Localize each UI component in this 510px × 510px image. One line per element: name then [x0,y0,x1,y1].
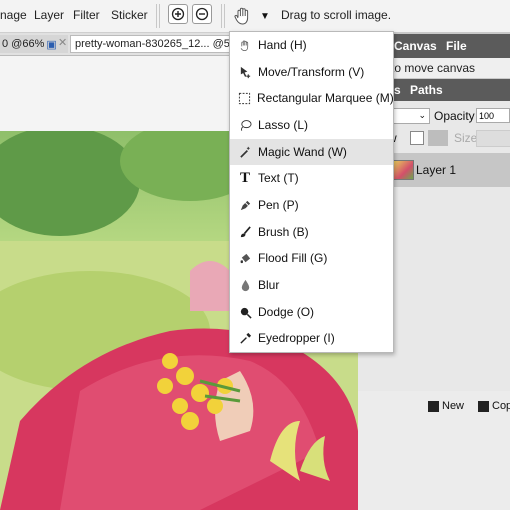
tool-item-label: Flood Fill (G) [258,251,328,265]
tool-item-label: Brush (B) [258,225,309,239]
tab-canvas[interactable]: Canvas [394,39,437,53]
new-layer-icon [428,400,439,412]
lock-checkbox[interactable] [410,131,424,145]
tab-label: 0 @66% [2,38,45,50]
toolbar-separator [221,4,222,28]
tool-item-magic-wand[interactable]: Magic Wand (W) [230,139,393,165]
chevron-down-icon: ⌄ [418,110,426,120]
save-icon[interactable]: ▣ [46,38,56,51]
size-input[interactable] [476,130,510,147]
magic-wand-icon [238,145,252,159]
tab-layers[interactable]: s [394,83,401,97]
pen-icon [238,198,252,212]
copy-layer-button[interactable]: Cop [478,400,510,412]
tool-item-move[interactable]: Move/Transform (V) [230,59,393,85]
color-swatch[interactable] [428,130,448,146]
tab-file[interactable]: File [446,39,467,53]
zoom-in-icon [171,7,185,21]
size-label: Size [454,131,478,145]
copy-layer-label: Cop [492,400,510,412]
navigator-hint: to move canvas [391,61,476,75]
blur-icon [238,278,252,292]
toolbar-separator [159,4,160,28]
brush-icon [238,225,252,239]
toolbar-separator [156,4,157,28]
marquee-icon [238,91,251,105]
lasso-icon [238,118,252,132]
tool-item-dodge[interactable]: Dodge (O) [230,299,393,325]
tab-paths[interactable]: Paths [410,83,443,97]
tool-item-blur[interactable]: Blur [230,272,393,298]
hand-icon [234,7,249,25]
menu-layer[interactable]: Layer [34,8,64,22]
eyedropper-icon [238,331,252,345]
copy-layer-icon [478,400,489,412]
tool-item-label: Pen (P) [258,198,299,212]
flood-fill-icon [238,251,252,265]
tool-item-label: Text (T) [258,171,299,185]
tool-selector[interactable]: ▼ [232,3,274,29]
close-icon[interactable]: ✕ [58,36,67,49]
tool-item-text[interactable]: T Text (T) [230,165,393,191]
zoom-out-icon [195,7,209,21]
zoom-out-button[interactable] [192,4,212,24]
text-icon: T [239,169,250,186]
menu-image[interactable]: nage [0,8,27,22]
tool-item-label: Dodge (O) [258,305,315,319]
layer-thumbnail [392,160,414,180]
top-toolbar: nage Layer Filter Sticker ▼ Drag to scro… [0,0,510,33]
menu-sticker[interactable]: Sticker [111,8,148,22]
opacity-input[interactable] [476,108,510,123]
tool-item-label: Hand (H) [258,38,307,52]
tool-item-eyedropper[interactable]: Eyedropper (I) [230,325,393,351]
tool-menu: Hand (H) Move/Transform (V) Rectangular … [229,31,394,353]
toolbar-separator [224,4,225,28]
layer-name: Layer 1 [416,163,457,177]
new-layer-button[interactable]: New [428,400,464,412]
dodge-icon [238,305,252,319]
tool-item-label: Eyedropper (I) [258,331,335,345]
zoom-in-button[interactable] [168,4,188,24]
tool-item-flood-fill[interactable]: Flood Fill (G) [230,245,393,271]
tool-item-label: Magic Wand (W) [258,145,347,159]
new-layer-label: New [442,400,465,412]
chevron-down-icon: ▼ [260,10,270,22]
tool-item-label: Blur [258,278,280,292]
move-icon [238,65,252,79]
hand-icon [238,38,252,52]
menu-filter[interactable]: Filter [73,8,100,22]
tool-item-brush[interactable]: Brush (B) [230,219,393,245]
opacity-label: Opacity [434,109,475,123]
layers-footer: New Cop [358,391,510,510]
tool-hint: Drag to scroll image. [281,8,392,22]
tool-item-pen[interactable]: Pen (P) [230,192,393,218]
tool-item-lasso[interactable]: Lasso (L) [230,112,393,138]
tool-item-marquee[interactable]: Rectangular Marquee (M) [230,85,394,111]
tool-item-label: Rectangular Marquee (M) [257,91,394,105]
tool-item-label: Move/Transform (V) [258,65,365,79]
tool-item-hand[interactable]: Hand (H) [230,32,393,58]
tab-label: pretty-woman-830265_12... @5 [75,38,230,50]
tool-item-label: Lasso (L) [258,118,309,132]
